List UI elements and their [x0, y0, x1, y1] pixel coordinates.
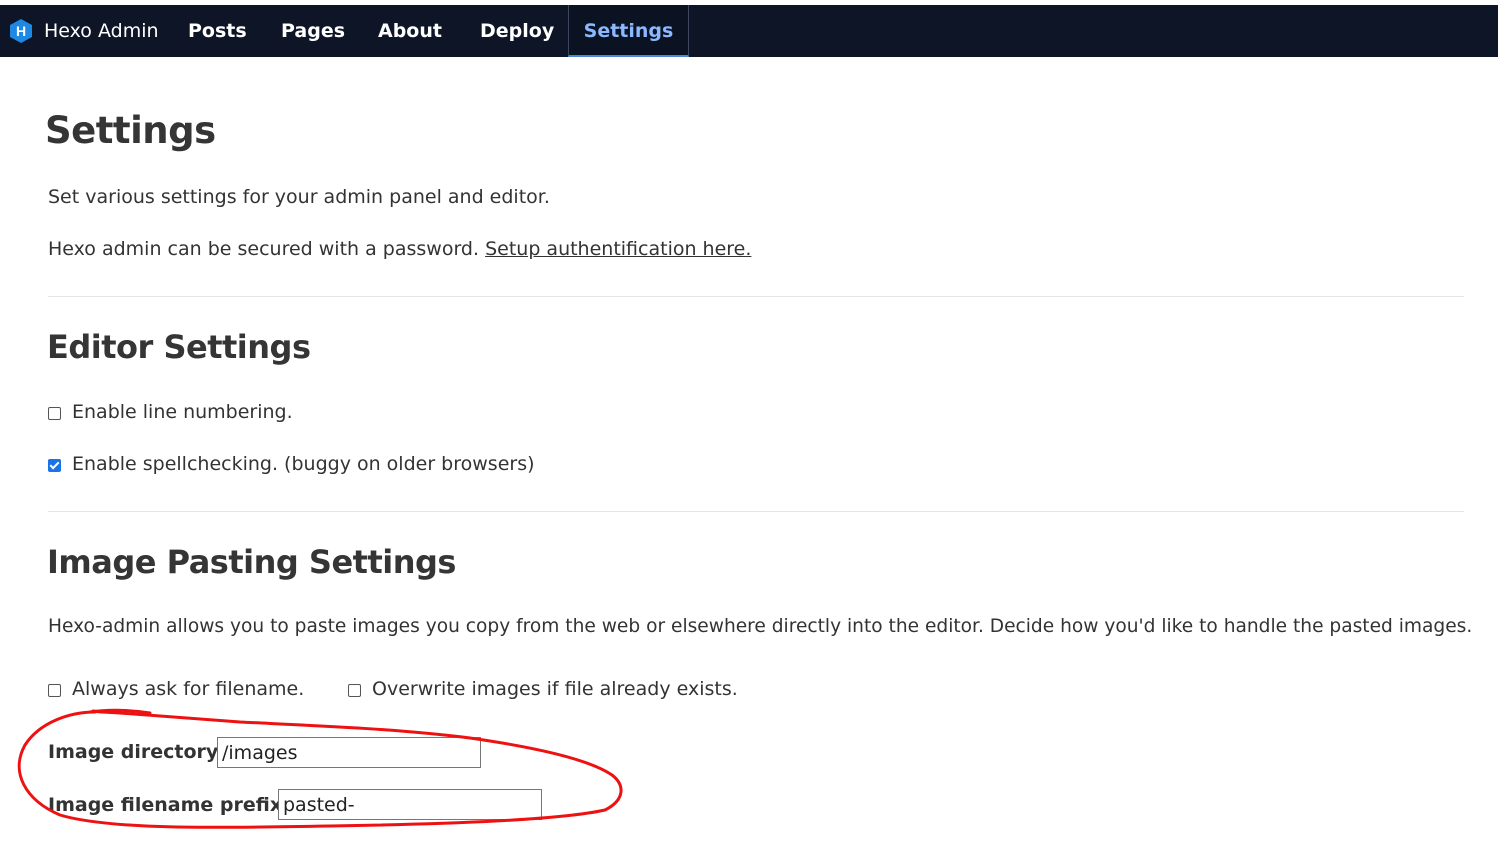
nav-about[interactable]: About: [378, 5, 442, 57]
auth-paragraph: Hexo admin can be secured with a passwor…: [48, 238, 751, 260]
ask-filename-label: Always ask for filename.: [72, 678, 305, 700]
line-numbering-checkbox[interactable]: [48, 406, 61, 420]
nav-deploy[interactable]: Deploy: [480, 5, 554, 57]
spellcheck-checkbox[interactable]: [48, 458, 61, 472]
spellcheck-option: Enable spellchecking. (buggy on older br…: [48, 453, 535, 475]
overwrite-label: Overwrite images if file already exists.: [372, 678, 738, 700]
divider: [48, 296, 1464, 297]
nav-settings[interactable]: Settings: [568, 5, 689, 57]
top-navbar: H Hexo Admin Posts Pages About Deploy Se…: [0, 5, 1498, 57]
hexo-logo-icon: H: [8, 18, 34, 44]
svg-text:H: H: [16, 23, 26, 39]
ask-filename-option: Always ask for filename.: [48, 678, 304, 700]
page-intro: Set various settings for your admin pane…: [48, 186, 550, 208]
image-settings-description: Hexo-admin allows you to paste images yo…: [48, 616, 1473, 637]
image-prefix-input[interactable]: [278, 789, 542, 820]
divider: [48, 511, 1464, 512]
brand-text: Hexo Admin: [44, 20, 159, 42]
image-settings-title: Image Pasting Settings: [47, 543, 456, 581]
line-numbering-option: Enable line numbering.: [48, 401, 293, 423]
overwrite-checkbox[interactable]: [348, 683, 361, 697]
nav-posts[interactable]: Posts: [188, 5, 247, 57]
image-directory-label: Image directory:: [48, 741, 226, 763]
overwrite-option: Overwrite images if file already exists.: [348, 678, 738, 700]
image-prefix-label: Image filename prefix:: [48, 794, 290, 816]
nav-pages[interactable]: Pages: [281, 5, 345, 57]
line-numbering-label: Enable line numbering.: [72, 401, 293, 423]
ask-filename-checkbox[interactable]: [48, 683, 61, 697]
image-directory-input[interactable]: [217, 737, 481, 768]
brand[interactable]: H Hexo Admin: [8, 5, 159, 57]
spellcheck-label: Enable spellchecking. (buggy on older br…: [72, 453, 535, 475]
setup-auth-link[interactable]: Setup authentification here.: [485, 238, 751, 260]
page-title: Settings: [45, 109, 216, 152]
editor-settings-title: Editor Settings: [47, 328, 311, 366]
auth-text: Hexo admin can be secured with a passwor…: [48, 238, 486, 260]
red-annotation-circle: [17, 708, 623, 829]
